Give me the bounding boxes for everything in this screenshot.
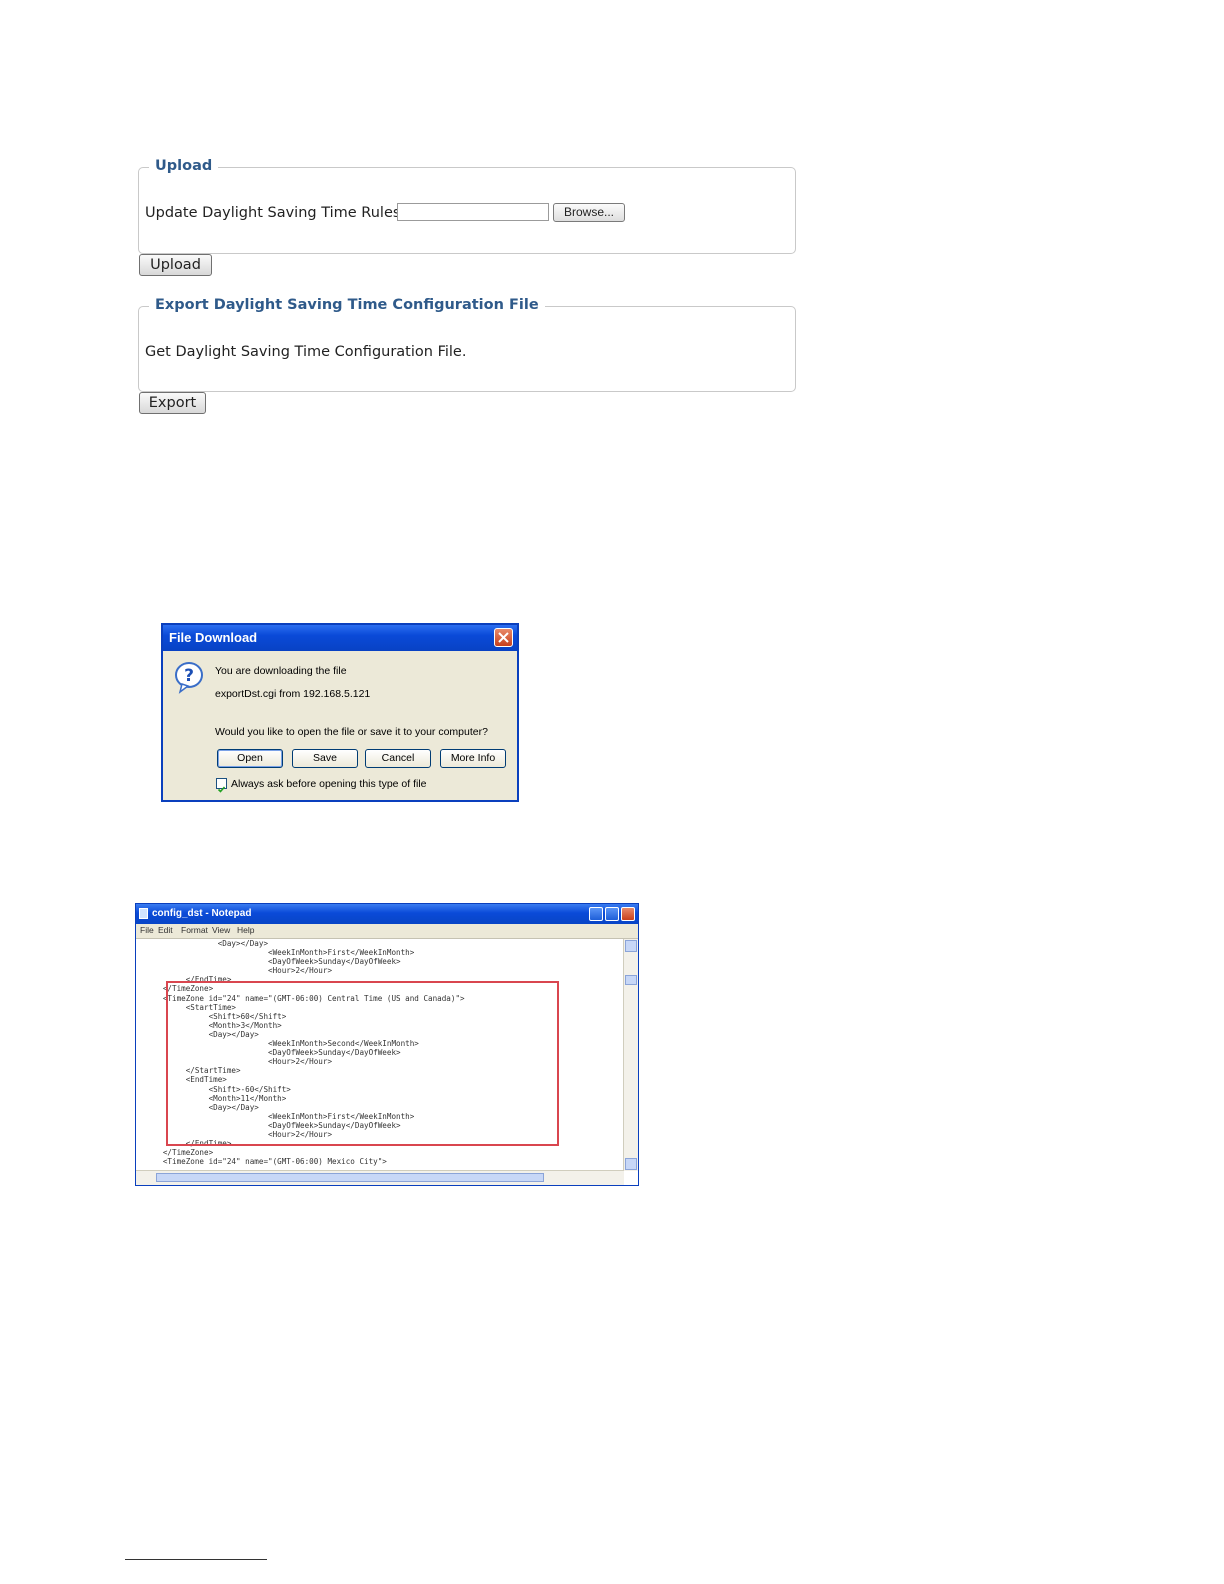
maximize-button[interactable] bbox=[605, 907, 619, 921]
cancel-button[interactable]: Cancel bbox=[365, 749, 431, 768]
always-ask-label: Always ask before opening this type of f… bbox=[231, 778, 427, 790]
save-button[interactable]: Save bbox=[292, 749, 358, 768]
menu-view[interactable]: View bbox=[212, 925, 230, 935]
file-download-dialog: File Download ? You are downloading the … bbox=[161, 623, 519, 802]
notepad-title-bar[interactable]: config_dst - Notepad bbox=[136, 904, 638, 924]
scroll-thumb[interactable] bbox=[625, 975, 637, 985]
horizontal-scrollbar[interactable] bbox=[136, 1170, 624, 1185]
always-ask-checkbox[interactable] bbox=[216, 778, 227, 793]
scroll-up-arrow[interactable] bbox=[625, 940, 637, 952]
vertical-scrollbar[interactable] bbox=[623, 939, 638, 1171]
notepad-title: config_dst - Notepad bbox=[152, 908, 252, 919]
open-button[interactable]: Open bbox=[217, 749, 283, 768]
notepad-icon bbox=[139, 908, 148, 919]
menu-file[interactable]: File bbox=[140, 925, 154, 935]
upload-legend: Upload bbox=[149, 158, 219, 174]
more-info-button[interactable]: More Info bbox=[440, 749, 506, 768]
notepad-window: config_dst - Notepad File Edit Format Vi… bbox=[135, 903, 639, 1186]
notepad-close-button[interactable] bbox=[621, 907, 635, 921]
download-file-source: exportDst.cgi from 192.168.5.121 bbox=[215, 688, 371, 700]
export-button[interactable]: Export bbox=[139, 392, 206, 414]
dialog-title: File Download bbox=[169, 630, 258, 645]
minimize-button[interactable] bbox=[589, 907, 603, 921]
export-description: Get Daylight Saving Time Configuration F… bbox=[145, 344, 467, 360]
dialog-close-button[interactable] bbox=[494, 628, 513, 647]
upload-button[interactable]: Upload bbox=[139, 254, 212, 276]
highlight-box bbox=[166, 981, 559, 1146]
horizontal-scroll-thumb[interactable] bbox=[156, 1173, 544, 1182]
update-dst-rules-label: Update Daylight Saving Time Rules bbox=[145, 205, 401, 221]
menu-edit[interactable]: Edit bbox=[158, 925, 173, 935]
menu-format[interactable]: Format bbox=[181, 925, 208, 935]
download-question: Would you like to open the file or save … bbox=[215, 726, 488, 738]
notepad-menu-bar: File Edit Format View Help bbox=[136, 924, 638, 939]
footnote-divider bbox=[125, 1559, 267, 1560]
export-fieldset: Export Daylight Saving Time Configuratio… bbox=[138, 297, 796, 392]
scroll-down-arrow[interactable] bbox=[625, 1158, 637, 1170]
download-line-1: You are downloading the file bbox=[215, 665, 347, 677]
dst-rules-file-input[interactable] bbox=[397, 203, 549, 221]
upload-fieldset: Upload Update Daylight Saving Time Rules… bbox=[138, 158, 796, 254]
close-icon bbox=[498, 632, 509, 643]
menu-help[interactable]: Help bbox=[237, 925, 254, 935]
svg-text:?: ? bbox=[184, 666, 194, 686]
export-legend: Export Daylight Saving Time Configuratio… bbox=[149, 297, 545, 313]
question-icon: ? bbox=[174, 661, 206, 699]
dialog-title-bar[interactable]: File Download bbox=[163, 625, 517, 651]
browse-button[interactable]: Browse... bbox=[553, 203, 625, 222]
checkmark-icon bbox=[217, 786, 226, 793]
